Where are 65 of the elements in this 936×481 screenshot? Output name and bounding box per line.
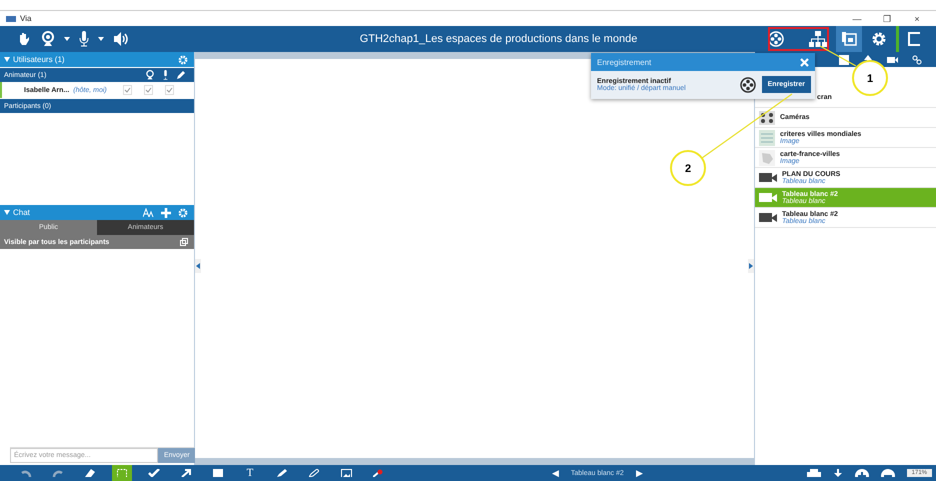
arrow-icon [181,469,191,477]
close-icon[interactable] [800,58,809,66]
expand-triangle-icon[interactable] [4,57,10,62]
permission-checkbox[interactable] [144,85,153,95]
callout-number: 2 [670,150,706,186]
font-size-icon[interactable] [143,208,154,217]
callout-number: 1 [852,60,888,96]
expand-triangle-icon[interactable] [4,210,10,215]
permission-checkbox[interactable] [164,85,174,95]
text-tool[interactable]: T [240,465,260,481]
film-reel-icon [740,76,756,92]
meeting-title: GTH2chap1_Les espaces de productions dans le monde [358,33,638,45]
print-icon[interactable] [806,469,821,477]
map-thumbnail-icon [759,150,775,166]
documents-icon [841,31,857,47]
select-tool[interactable] [112,465,132,481]
download-icon[interactable] [832,469,843,477]
redo-icon [52,469,64,477]
previous-page-button[interactable]: ◀ [552,468,559,478]
documents-button[interactable] [836,26,862,52]
window-title: Via [20,14,32,23]
window-control[interactable]: × [904,14,930,24]
pen-icon [277,469,287,477]
collapse-left-handle[interactable] [195,259,201,273]
settings-icon[interactable] [871,31,887,47]
pencil-icon[interactable] [176,70,186,80]
caret-icon[interactable] [64,37,70,41]
eraser-icon [85,469,95,477]
settings-icon[interactable] [178,54,188,64]
checkmark-icon [148,469,160,477]
permission-checkbox[interactable] [122,85,132,95]
microphone-icon[interactable] [79,31,89,47]
whiteboard-icon [759,212,777,224]
camera-icon[interactable] [887,56,898,64]
window-control[interactable]: ❐ [874,14,900,24]
collapse-right-handle[interactable] [748,259,754,273]
settings-icon[interactable] [178,208,188,218]
hierarchy-icon[interactable] [809,31,827,47]
undo-icon [20,469,32,477]
rectangle-icon [213,469,223,477]
caret-icon[interactable] [98,37,104,41]
selection-icon [117,469,127,477]
microphone-icon[interactable] [162,70,169,80]
speaker-icon[interactable] [113,32,129,46]
film-reel-icon[interactable] [768,31,784,47]
laser-pointer-icon [373,469,383,477]
image-thumbnail-icon [759,130,775,146]
next-page-button[interactable]: ▶ [636,468,643,478]
leader-line [820,45,856,67]
app-logo-icon [6,16,16,22]
highlighter-icon [309,469,319,477]
webcam-icon[interactable] [41,31,55,47]
popup-title: Enregistrement [597,58,652,66]
highlight-frame [768,27,829,51]
whiteboard-icon [759,192,777,204]
chat-title: Chat [13,208,30,217]
webcam-icon[interactable] [145,70,155,80]
plus-icon[interactable] [161,208,171,218]
whiteboard-icon [759,172,777,184]
copy-icon[interactable] [180,238,188,246]
link-icon[interactable] [912,54,922,64]
cameras-grid-icon [759,110,775,124]
image-icon [340,469,352,477]
users-title: Utilisateurs (1) [13,55,65,64]
window-control[interactable]: — [844,14,870,24]
